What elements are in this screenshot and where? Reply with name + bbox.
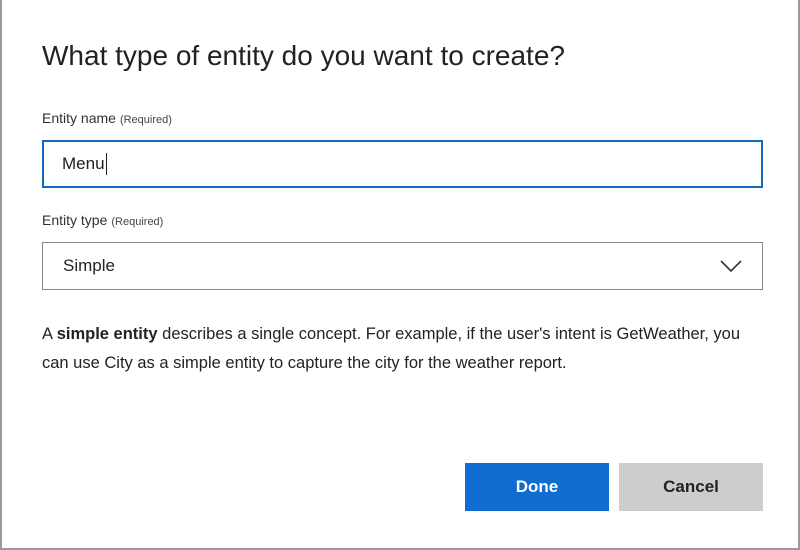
dialog-title: What type of entity do you want to creat… — [42, 40, 565, 71]
entity-type-required-text: (Required) — [111, 216, 164, 228]
entity-type-selected-value: Simple — [63, 256, 115, 275]
entity-type-label: Entity type (Required) — [42, 212, 163, 228]
create-entity-dialog: What type of entity do you want to creat… — [0, 0, 800, 550]
cancel-button[interactable]: Cancel — [619, 463, 763, 511]
done-button[interactable]: Done — [465, 463, 609, 511]
entity-name-required-text: (Required) — [119, 114, 172, 126]
entity-type-label-text: Entity type — [42, 212, 108, 228]
description-prefix: A — [42, 325, 57, 343]
entity-name-input[interactable]: Menu — [42, 140, 763, 188]
entity-type-dropdown[interactable]: Simple — [42, 242, 763, 290]
text-caret — [105, 153, 107, 175]
entity-type-description: A simple entity describes a single conce… — [42, 320, 742, 378]
entity-name-value: Menu — [62, 154, 105, 173]
entity-name-label: Entity name (Required) — [42, 110, 172, 126]
entity-name-label-text: Entity name — [42, 110, 116, 126]
chevron-down-icon[interactable] — [720, 259, 742, 273]
description-bold-term: simple entity — [56, 325, 158, 343]
